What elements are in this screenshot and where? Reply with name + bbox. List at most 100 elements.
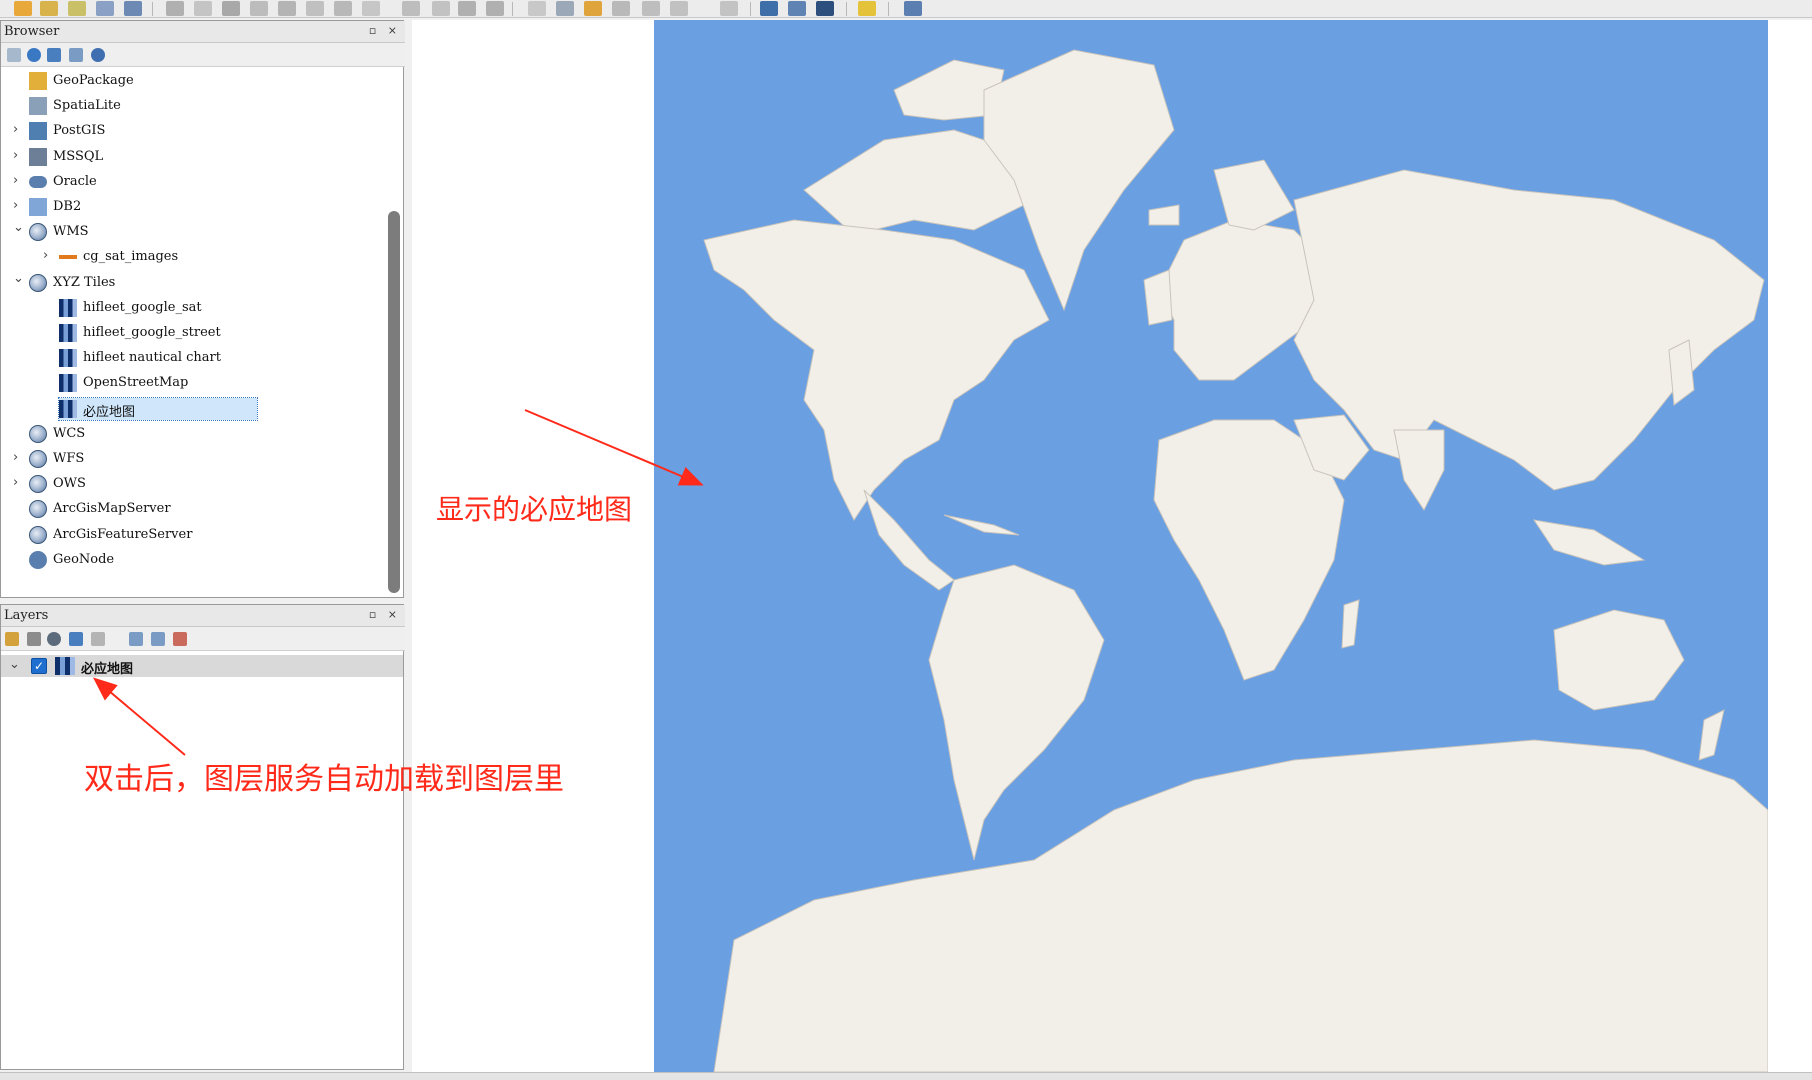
edit-pencil-icon[interactable] xyxy=(166,1,184,16)
xyz-tile-icon xyxy=(55,657,75,675)
browser-item-label: ArcGisFeatureServer xyxy=(53,526,193,542)
browser-item-label: GeoNode xyxy=(53,551,115,567)
chevron-right-icon[interactable]: › xyxy=(13,450,18,465)
browser-item-ows[interactable]: › OWS xyxy=(13,473,309,495)
chevron-right-icon[interactable]: › xyxy=(13,475,18,490)
geopackage-icon xyxy=(29,72,47,90)
iceland xyxy=(1148,204,1180,226)
world-map[interactable] xyxy=(654,20,1768,1072)
chevron-right-icon[interactable]: › xyxy=(13,173,18,188)
chevron-down-icon[interactable]: ⌄ xyxy=(13,220,24,235)
browser-item-postgis[interactable]: › PostGIS xyxy=(13,120,309,142)
chevron-right-icon[interactable]: › xyxy=(13,122,18,137)
antarctica xyxy=(713,739,1768,1072)
label-pin-icon[interactable] xyxy=(556,1,574,16)
chevron-right-icon[interactable]: › xyxy=(13,198,18,213)
filter-expression-icon[interactable] xyxy=(91,632,105,646)
label-tool-icon[interactable] xyxy=(528,1,546,16)
browser-item-cg-sat-images[interactable]: › cg_sat_images xyxy=(43,246,339,268)
style-brush-icon[interactable] xyxy=(5,632,19,646)
label-show-hide-icon[interactable] xyxy=(720,1,738,16)
chevron-down-icon[interactable]: ⌄ xyxy=(13,271,24,286)
browser-item-geonode[interactable]: GeoNode xyxy=(29,549,309,571)
collapse-all-icon[interactable] xyxy=(69,48,83,62)
collapse-all-icon[interactable] xyxy=(151,632,165,646)
help-icon[interactable] xyxy=(904,1,922,16)
layers-annotation-label: 双击后，图层服务自动加载到图层里 xyxy=(84,762,564,797)
layers-panel-title: Layers ▫ × xyxy=(1,605,405,627)
browser-item-label: WCS xyxy=(53,425,86,441)
browser-item-hifleet-nautical-chart[interactable]: hifleet nautical chart xyxy=(59,347,339,369)
remove-layer-icon[interactable] xyxy=(173,632,187,646)
browser-item-必应地图[interactable]: 必应地图 xyxy=(58,396,258,421)
browser-item-xyz-tiles[interactable]: ⌄ XYZ Tiles xyxy=(13,271,309,294)
browser-item-oracle[interactable]: › Oracle xyxy=(13,171,309,193)
arcgis-feature-globe-icon xyxy=(29,525,47,544)
filter-legend-icon[interactable] xyxy=(69,632,83,646)
south-america xyxy=(928,564,1105,861)
manage-visibility-eye-icon[interactable] xyxy=(47,632,61,646)
refresh-icon[interactable] xyxy=(27,48,41,62)
chevron-down-icon[interactable]: ⌄ xyxy=(9,657,20,672)
browser-item-arcgismapserver[interactable]: ArcGisMapServer xyxy=(29,498,309,520)
layer-visibility-checkbox[interactable]: ✓ xyxy=(31,658,47,674)
copy-features-icon[interactable] xyxy=(362,1,380,16)
save-layer-icon[interactable] xyxy=(124,1,142,16)
label-rotate-icon[interactable] xyxy=(642,1,660,16)
cut-features-icon[interactable] xyxy=(306,1,324,16)
paste-features-icon[interactable] xyxy=(402,1,420,16)
add-feature-icon[interactable] xyxy=(250,1,268,16)
chevron-right-icon[interactable]: › xyxy=(13,148,18,163)
label-change-icon[interactable] xyxy=(670,1,688,16)
add-wms-layer-icon[interactable] xyxy=(760,1,778,16)
layer-label: 必应地图 xyxy=(81,662,134,677)
expand-all-icon[interactable] xyxy=(129,632,143,646)
add-selected-layers-icon[interactable] xyxy=(7,48,21,62)
browser-item-wfs[interactable]: › WFS xyxy=(13,448,309,470)
browser-item-mssql[interactable]: › MSSQL xyxy=(13,146,309,168)
southeast-asia-islands xyxy=(1532,519,1646,566)
label-move-icon[interactable] xyxy=(612,1,630,16)
browser-item-openstreetmap[interactable]: OpenStreetMap xyxy=(59,372,339,394)
browser-item-spatialite[interactable]: SpatiaLite xyxy=(29,95,309,117)
new-zealand xyxy=(1698,709,1725,761)
japan xyxy=(1668,339,1695,406)
copy-features-icon[interactable] xyxy=(432,1,450,16)
digitize-icon[interactable] xyxy=(96,1,114,16)
python-console-icon[interactable] xyxy=(858,1,876,16)
browser-item-db2[interactable]: › DB2 xyxy=(13,196,309,218)
add-wcs-layer-icon[interactable] xyxy=(816,1,834,16)
browser-item-label: PostGIS xyxy=(53,123,106,139)
vertex-tool-icon[interactable] xyxy=(278,1,296,16)
ows-globe-icon xyxy=(29,475,47,494)
add-group-icon[interactable] xyxy=(27,632,41,646)
properties-info-icon[interactable] xyxy=(91,48,105,62)
wfs-globe-icon xyxy=(29,450,47,468)
browser-scrollbar[interactable] xyxy=(388,211,400,593)
browser-panel-controls[interactable]: ▫ × xyxy=(369,24,401,37)
filter-icon[interactable] xyxy=(47,48,61,62)
browser-item-wcs[interactable]: WCS xyxy=(29,423,309,445)
browser-item-arcgisfeatureserver[interactable]: ArcGisFeatureServer xyxy=(29,524,309,546)
browser-item-wms[interactable]: ⌄ WMS xyxy=(13,220,309,243)
browser-item-geopackage[interactable]: GeoPackage xyxy=(29,70,309,92)
layer-row[interactable]: ⌄ ✓ 必应地图 xyxy=(1,655,403,677)
edit-toggle-icon[interactable] xyxy=(194,1,212,16)
layers-panel-controls[interactable]: ▫ × xyxy=(369,608,401,621)
new-geopackage-icon[interactable] xyxy=(40,1,58,16)
save-edits-icon[interactable] xyxy=(222,1,240,16)
new-shapefile-icon[interactable] xyxy=(68,1,86,16)
browser-panel: Browser ▫ × GeoPackage SpatiaLite › PostGIS… xyxy=(0,20,405,598)
open-data-source-icon[interactable] xyxy=(14,1,32,16)
undo-icon[interactable] xyxy=(458,1,476,16)
central-america xyxy=(863,489,955,591)
add-wfs-layer-icon[interactable] xyxy=(788,1,806,16)
label-highlight-icon[interactable] xyxy=(584,1,602,16)
browser-item-hifleet-google-street[interactable]: hifleet_google_street xyxy=(59,322,339,344)
chevron-right-icon[interactable]: › xyxy=(43,248,48,263)
browser-item-label: DB2 xyxy=(53,199,82,214)
mssql-icon xyxy=(29,147,47,166)
redo-icon[interactable] xyxy=(486,1,504,16)
browser-item-hifleet-google-sat[interactable]: hifleet_google_sat xyxy=(59,297,339,319)
delete-selected-icon[interactable] xyxy=(334,1,352,16)
